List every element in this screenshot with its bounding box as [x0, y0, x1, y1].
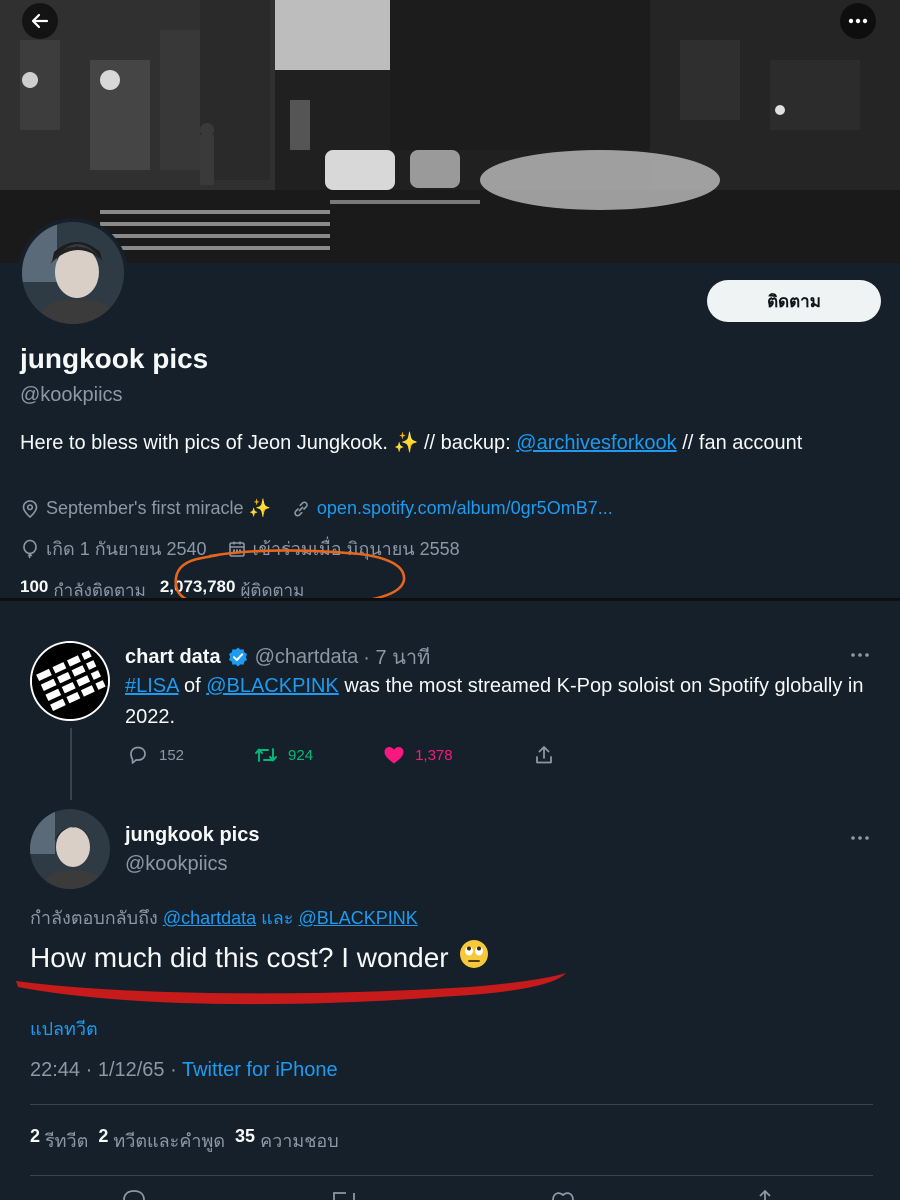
tweet-source-link[interactable]: Twitter for iPhone: [182, 1059, 338, 1081]
tweet-actions: 152 924 1,378: [127, 744, 605, 766]
retweet-count: 924: [288, 746, 314, 764]
hashtag-link[interactable]: #LISA: [125, 675, 178, 697]
chartdata-avatar[interactable]: [30, 641, 110, 721]
quote-stat[interactable]: 2 ทวีตและคำพูด: [98, 1126, 225, 1155]
profile-handle: @kookpiics: [20, 384, 123, 406]
replying-to-label: กำลังตอบกลับถึง: [30, 908, 158, 928]
like-icon[interactable]: [552, 1192, 574, 1200]
chartdata-tweet-text: #LISA of @BLACKPINK was the most streame…: [125, 671, 865, 733]
share-action[interactable]: [533, 744, 565, 766]
red-underline-annotation: [16, 973, 566, 1005]
reply-author-name[interactable]: jungkook pics: [125, 824, 259, 847]
location-pin-icon: [22, 499, 38, 518]
replying-to-line: กำลังตอบกลับถึง @chartdata และ @BLACKPIN…: [30, 903, 418, 932]
retweet-icon[interactable]: [333, 1192, 355, 1200]
back-button[interactable]: [22, 3, 58, 39]
share-icon: [535, 746, 552, 764]
balloon-icon: [23, 539, 37, 558]
verified-badge-icon: [228, 647, 247, 667]
tweet-text-part-1: of: [178, 675, 207, 697]
location-text: September's first miracle ✨: [46, 498, 271, 518]
retweet-stat-label: รีทวีต: [45, 1131, 89, 1151]
replying-to-blackpink[interactable]: @BLACKPINK: [298, 908, 417, 928]
replying-and: และ: [261, 908, 294, 928]
more-horizontal-icon: [851, 836, 869, 840]
follow-button[interactable]: ติดตาม: [707, 280, 881, 322]
reply-author-avatar[interactable]: [30, 809, 110, 889]
translate-tweet-link[interactable]: แปลทวีต: [30, 1014, 98, 1043]
like-stat-label: ความชอบ: [260, 1131, 339, 1151]
tweet-timestamp: 22:44 · 1/12/65 · Twitter for iPhone: [30, 1059, 338, 1082]
profile-name: jungkook pics: [20, 343, 209, 374]
blackpink-mention-link[interactable]: @BLACKPINK: [206, 675, 339, 697]
avatar-photo: [22, 222, 124, 324]
quote-stat-label: ทวีตและคำพูด: [113, 1131, 226, 1151]
like-action[interactable]: 1,378: [383, 745, 453, 765]
website-link[interactable]: open.spotify.com/album/0gr5OmB7...: [317, 498, 613, 519]
retweet-action[interactable]: 924: [254, 744, 313, 766]
reply-action[interactable]: 152: [127, 744, 184, 766]
bio-text-2: // backup:: [418, 432, 517, 454]
chartdata-handle[interactable]: @chartdata: [255, 646, 359, 669]
avatar-photo: [30, 809, 110, 889]
quote-stat-count: 2: [98, 1126, 109, 1146]
bottom-action-bar: [123, 1189, 771, 1200]
bio-mention-link[interactable]: @archivesforkook: [516, 432, 676, 454]
reply-icon: [130, 746, 146, 764]
tweet-stats: 2 รีทวีต 2 ทวีตและคำพูด 35 ความชอบ: [30, 1126, 349, 1155]
more-options-button[interactable]: [840, 3, 876, 39]
following-count-link[interactable]: 100 กำลังติดตาม: [20, 577, 146, 600]
reply-author-handle[interactable]: @kookpiics: [125, 853, 228, 876]
profile-panel: ติดตาม jungkook pics @kookpiics Here to …: [0, 0, 900, 600]
like-stat-count: 35: [235, 1126, 256, 1146]
chartdata-time: · 7 นาที: [363, 647, 431, 669]
retweet-stat[interactable]: 2 รีทวีต: [30, 1126, 88, 1155]
orange-annotation-circle: [174, 549, 406, 600]
following-count: 100: [20, 577, 49, 596]
website-item[interactable]: open.spotify.com/album/0gr5OmB7...: [291, 498, 613, 519]
divider: [30, 1175, 873, 1176]
profile-meta-row-1: September's first miracle ✨ open.spotify…: [20, 498, 633, 519]
reply-count: 152: [159, 746, 185, 764]
tweet-more-button[interactable]: [850, 641, 870, 664]
bio-text-1: Here to bless with pics of Jeon Jungkook…: [20, 432, 394, 454]
heart-filled-icon: [384, 747, 404, 764]
tweet-panel: chart data @chartdata · 7 นาที #LISA of …: [0, 601, 900, 1200]
like-stat[interactable]: 35 ความชอบ: [235, 1126, 339, 1155]
night-street-photo: [0, 0, 900, 263]
chartdata-header: chart data @chartdata · 7 นาที: [125, 641, 430, 673]
timestamp-text: 22:44 · 1/12/65 ·: [30, 1059, 182, 1081]
like-count: 1,378: [415, 746, 453, 764]
thread-connector-line: [70, 728, 72, 800]
more-horizontal-icon: [848, 18, 868, 24]
divider: [30, 1104, 873, 1105]
profile-banner: [0, 0, 900, 263]
reply-more-button[interactable]: [850, 824, 870, 847]
retweet-icon: [255, 748, 277, 762]
bio-text-3: // fan account: [676, 432, 803, 454]
retweet-stat-count: 2: [30, 1126, 41, 1146]
following-label: กำลังติดตาม: [53, 581, 146, 600]
sparkles-emoji: ✨: [393, 432, 419, 454]
location-item: September's first miracle ✨: [20, 498, 271, 519]
profile-bio: Here to bless with pics of Jeon Jungkook…: [20, 428, 880, 459]
chartdata-name[interactable]: chart data: [125, 646, 221, 669]
profile-avatar[interactable]: [18, 218, 128, 328]
arrow-left-icon: [31, 13, 49, 29]
reply-icon[interactable]: [123, 1190, 145, 1200]
more-horizontal-icon: [851, 653, 869, 657]
chartdata-logo-icon: [32, 643, 108, 719]
share-icon[interactable]: [759, 1189, 771, 1200]
link-icon: [294, 501, 308, 516]
replying-to-chartdata[interactable]: @chartdata: [163, 908, 256, 928]
